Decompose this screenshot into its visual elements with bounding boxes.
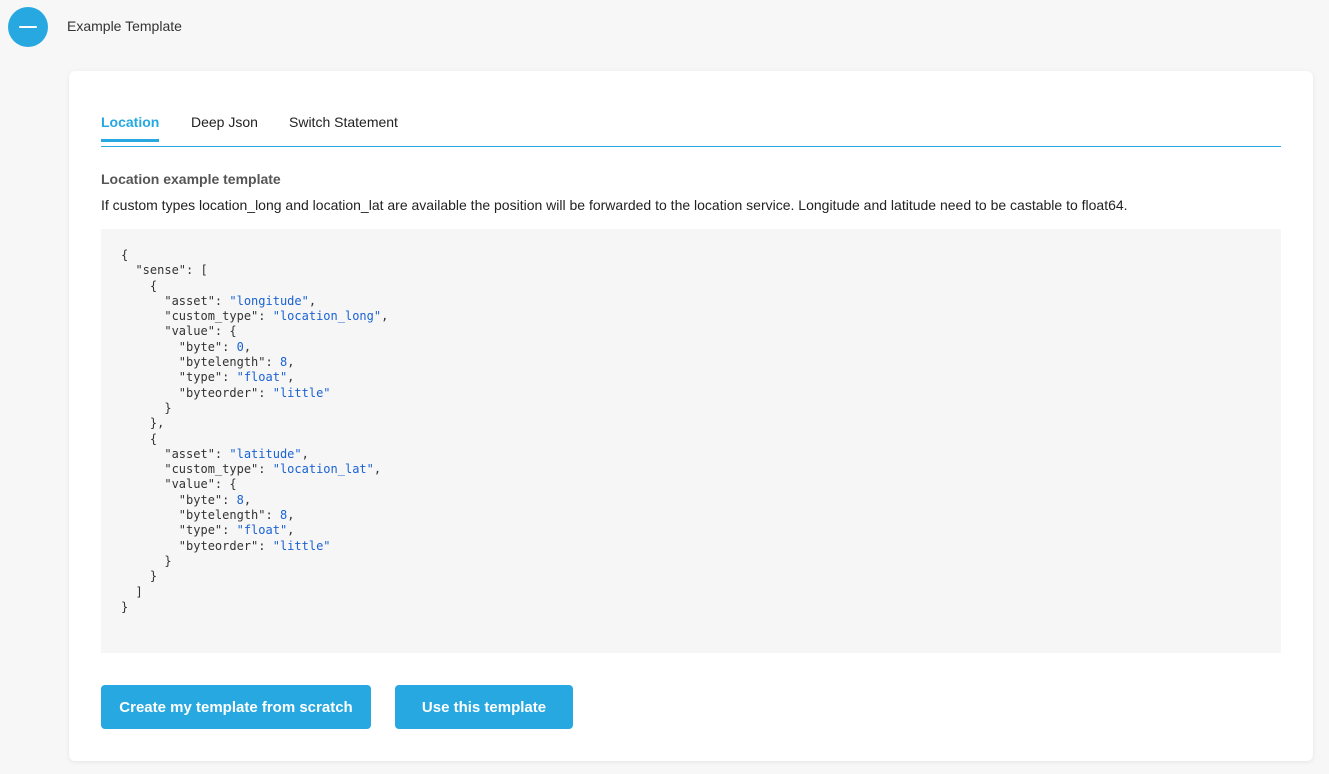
use-template-button[interactable]: Use this template [395, 685, 573, 729]
code-line: ] [121, 584, 143, 599]
template-tabs: Location Deep Json Switch Statement [101, 106, 1281, 147]
code-line: "asset": "latitude", [121, 446, 309, 461]
code-line: "bytelength": 8, [121, 355, 295, 370]
code-block: { "sense": [ { "asset": "longitude", "cu… [101, 229, 1281, 653]
code-line: "asset": "longitude", [121, 293, 317, 308]
code-line: "type": "float", [121, 523, 295, 538]
collapse-button[interactable] [8, 7, 48, 47]
code-line: }, [121, 416, 165, 431]
code-line: "byteorder": "little" [121, 538, 331, 553]
page-header: Example Template [0, 0, 1329, 56]
code-line: "custom_type": "location_lat", [121, 462, 382, 477]
code-line: "sense": [ [121, 263, 208, 278]
template-card: Location Deep Json Switch Statement Loca… [69, 71, 1313, 761]
code-line: { [121, 248, 129, 262]
tab-location[interactable]: Location [101, 114, 160, 142]
tab-switch-statement[interactable]: Switch Statement [289, 114, 398, 139]
tab-deep-json[interactable]: Deep Json [191, 114, 258, 139]
code-content: { "sense": [ { "asset": "longitude", "cu… [121, 248, 388, 615]
section-description: If custom types location_long and locati… [101, 197, 1128, 213]
code-line: } [121, 553, 172, 568]
code-line: "byte": 8, [121, 492, 252, 507]
code-line: { [121, 431, 158, 446]
code-line: } [121, 569, 158, 584]
code-line: { [121, 278, 158, 293]
page-title: Example Template [67, 18, 182, 34]
code-line: } [121, 599, 129, 614]
create-from-scratch-button[interactable]: Create my template from scratch [101, 685, 371, 729]
code-line: "byteorder": "little" [121, 385, 331, 400]
code-line: "value": { [121, 324, 237, 339]
minus-icon [19, 26, 37, 28]
code-line: "byte": 0, [121, 339, 252, 354]
section-title: Location example template [101, 171, 281, 187]
code-line: "bytelength": 8, [121, 508, 295, 523]
code-line: "custom_type": "location_long", [121, 309, 389, 324]
code-line: } [121, 400, 172, 415]
code-line: "type": "float", [121, 370, 295, 385]
code-line: "value": { [121, 477, 237, 492]
